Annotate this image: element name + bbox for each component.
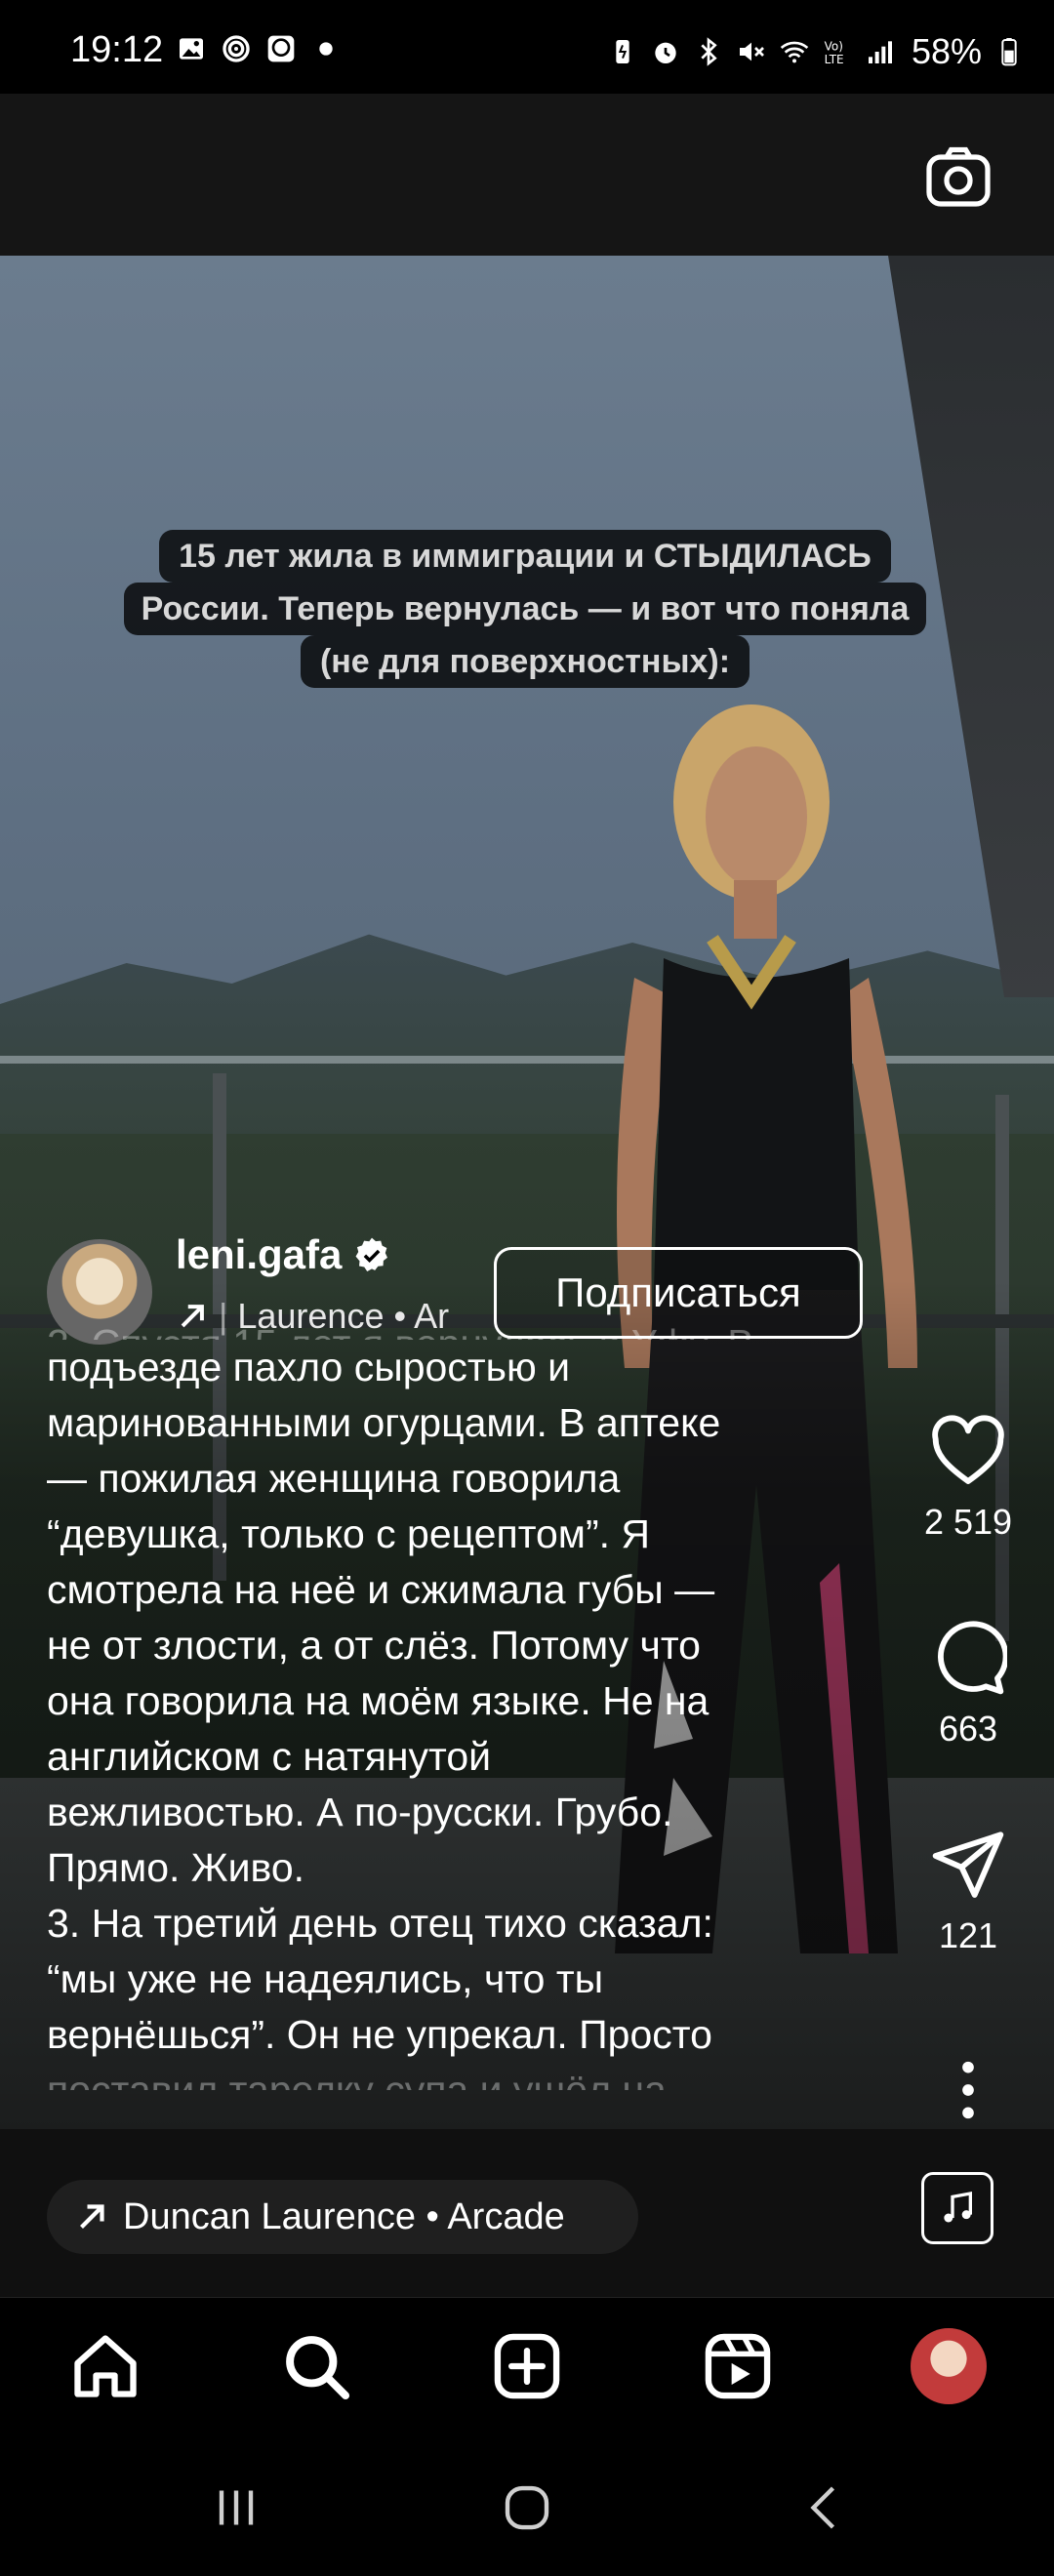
caption-line: английском с натянутой [47, 1734, 492, 1779]
status-bar: 19:12 Vo) LTE 58% [0, 0, 1054, 94]
battery-percentage: 58% [911, 31, 982, 71]
overlay-line-3: (не для поверхностных): [300, 635, 750, 688]
caption-line: “девушка, только с рецептом”. Я [47, 1511, 651, 1556]
arrow-up-right-icon [80, 2204, 104, 2229]
battery-saver-icon [607, 36, 638, 67]
caption-line: вернёшься”. Он не упрекал. Просто [47, 2012, 712, 2057]
audio-bar: Duncan Laurence • Arcade [0, 2129, 1054, 2297]
caption-faded-bottom: поставил тарелку супа и ушёл на [47, 2068, 667, 2090]
username[interactable]: leni.gafa [176, 1231, 342, 1278]
caption-line: — пожилая женщина говорила [47, 1456, 621, 1501]
more-options-button[interactable] [900, 2051, 1036, 2134]
overlay-line-2: России. Теперь вернулась — и вот что пон… [123, 583, 927, 635]
profile-avatar [911, 2328, 987, 2404]
comments-count: 663 [938, 1709, 998, 1749]
caption-line: смотрела на неё и сжимала губы — [47, 1567, 715, 1612]
like-button[interactable]: 2 519 [900, 1413, 1036, 1543]
shares-count: 121 [938, 1915, 998, 1955]
bottom-nav [0, 2297, 1054, 2435]
caption-line: 3. На третий день отец тихо сказал: [47, 1901, 713, 1946]
caption-line: она говорила на моём языке. Не на [47, 1678, 709, 1723]
nav-search[interactable] [277, 2327, 355, 2405]
likes-count: 2 519 [923, 1502, 1013, 1542]
audio-track-name: Duncan Laurence • Arcade [123, 2195, 565, 2237]
chat-bubble-icon [265, 33, 297, 64]
camera-icon[interactable] [923, 142, 993, 213]
comment-button[interactable]: 663 [900, 1620, 1036, 1750]
plus-square-icon [494, 2333, 560, 2399]
music-note-icon [944, 2192, 972, 2223]
share-button[interactable]: 121 [900, 1827, 1036, 1956]
caption-line: Прямо. Живо. [47, 1845, 305, 1890]
reel-overlay-text: 15 лет жила в иммиграции и СТЫДИЛАСЬ Рос… [78, 530, 972, 688]
heart-icon [932, 1415, 1004, 1484]
swirl-icon [221, 33, 252, 64]
system-nav-bar [0, 2434, 1054, 2576]
svg-text:LTE: LTE [825, 53, 844, 66]
alarm-icon [650, 36, 681, 67]
svg-text:Vo): Vo) [825, 40, 843, 54]
search-icon [286, 2336, 350, 2400]
send-icon [932, 1831, 1004, 1898]
more-vertical-icon [962, 2061, 974, 2119]
signal-icon [865, 36, 896, 67]
audio-track-pill[interactable]: Duncan Laurence • Arcade [47, 2180, 638, 2254]
status-time: 19:12 [70, 29, 164, 70]
dot-icon [310, 33, 342, 64]
audio-thumbnail[interactable] [921, 2172, 993, 2244]
caption-line: вежливостью. А по-русски. Грубо. [47, 1790, 673, 1834]
verified-badge-icon [355, 1237, 388, 1271]
bluetooth-icon [693, 36, 724, 67]
recent-apps-icon[interactable] [207, 2478, 265, 2537]
back-icon[interactable] [796, 2478, 855, 2537]
nav-profile[interactable] [910, 2327, 988, 2405]
nav-home[interactable] [66, 2327, 144, 2405]
caption-faded-top: 2. Спустя 15 лет я вернулась в Уфу. В [47, 1316, 906, 1340]
reel-caption[interactable]: 2. Спустя 15 лет я вернулась в Уфу. В по… [47, 1321, 906, 2090]
volte-icon: Vo) LTE [822, 36, 853, 67]
caption-line: маринованными огурцами. В аптеке [47, 1400, 721, 1445]
caption-line: не от злости, а от слёз. Потому что [47, 1623, 701, 1668]
reels-icon [705, 2333, 771, 2399]
home-icon [74, 2335, 137, 2397]
reels-header [0, 94, 1054, 256]
gallery-icon [176, 33, 207, 64]
battery-icon [993, 36, 1025, 67]
home-button-icon[interactable] [498, 2478, 556, 2537]
comment-icon [938, 1621, 1009, 1695]
nav-reels[interactable] [699, 2327, 777, 2405]
wifi-icon [779, 36, 810, 67]
mute-icon [736, 36, 767, 67]
overlay-line-1: 15 лет жила в иммиграции и СТЫДИЛАСЬ [159, 530, 891, 583]
caption-line: “мы уже не надеялись, что ты [47, 1956, 604, 2001]
nav-create[interactable] [488, 2327, 566, 2405]
caption-line: подъезде пахло сыростью и [47, 1345, 571, 1389]
